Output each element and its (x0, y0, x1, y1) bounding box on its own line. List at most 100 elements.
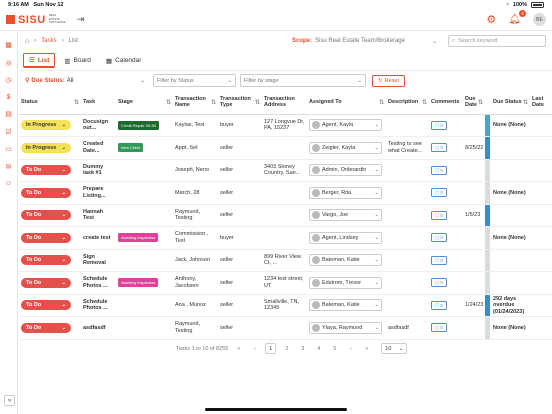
page-button[interactable]: 1 (265, 343, 277, 354)
table-row[interactable]: To Do ⌄ Prepare Listing... March, 28 seller B… (19, 181, 552, 205)
comments-button[interactable]: ▢ 0 (431, 323, 447, 333)
task-cell[interactable]: Created Date... (81, 136, 116, 160)
table-row[interactable]: To Do ⌄ create test Awaiting Inspection Comm… (19, 226, 552, 250)
page-button[interactable]: 5 (329, 343, 340, 354)
col-task[interactable]: Task (81, 90, 116, 115)
table-row[interactable]: In Progress ⌄ Created Date... New Client App… (19, 136, 552, 160)
col-due-date[interactable]: Due Date ⇅ (463, 90, 485, 115)
task-name[interactable]: Dummy task #1 (83, 164, 114, 177)
table-row[interactable]: To Do ⌄ Sign Removal Jack, Johnson seller 899… (19, 249, 552, 272)
page-button[interactable]: 3 (297, 343, 308, 354)
task-name[interactable]: Sign Removal (83, 254, 114, 267)
task-cell[interactable]: Dummy task #1 (81, 159, 116, 182)
col-stage[interactable]: Stage ⇅ (116, 90, 173, 115)
col-transaction-type[interactable]: Transaction Type ⇅ (218, 90, 262, 115)
task-name[interactable]: Docusign out... (83, 119, 114, 132)
status-pill[interactable]: To Do ⌄ (21, 322, 71, 333)
goals-icon[interactable]: ◎ (5, 59, 11, 67)
dashboard-icon[interactable]: ▦ (5, 41, 12, 49)
task-name[interactable]: Schedule Photos ... (83, 276, 114, 289)
table-row[interactable]: In Progress ⌄ Docusign out... Credit Repair… (19, 114, 552, 137)
status-pill[interactable]: In Progress ⌄ (21, 142, 71, 153)
table-row[interactable]: To Do ⌄ asdfasdf Raymund, Testing seller Ylay… (19, 316, 552, 340)
assignee-select[interactable]: Zeigler, Kayla ⌄ (309, 141, 382, 154)
folder-icon[interactable]: ▭ (5, 145, 12, 153)
expand-sidebar-icon[interactable]: » (4, 395, 15, 406)
last-page-icon[interactable]: » (361, 343, 372, 354)
task-name[interactable]: Prepare Listing... (83, 186, 114, 199)
col-comments[interactable]: Comments (429, 90, 463, 115)
home-icon[interactable]: ⌂ (25, 38, 29, 45)
inbox-icon[interactable]: ✉ (6, 163, 12, 171)
avatar[interactable]: BE (533, 13, 546, 26)
comments-button[interactable]: ▢ 0 (431, 255, 447, 265)
breadcrumb-tasks[interactable]: Tasks (41, 38, 56, 44)
task-cell[interactable]: Hannah Test (81, 204, 116, 227)
col-due-status[interactable]: Due Status ⇅ (491, 90, 530, 115)
table-row[interactable]: To Do ⌄ Dummy task #1 Joseph, Neno seller 340… (19, 159, 552, 182)
bell-icon[interactable]: 🔔︎ 4 (508, 10, 526, 25)
task-name[interactable]: Created Date... (83, 141, 114, 154)
status-pill[interactable]: To Do ⌄ (21, 165, 71, 176)
col-status[interactable]: Status ⇅ (19, 90, 81, 115)
assignee-select[interactable]: Admin, Onboardin ⌄ (309, 164, 382, 177)
comments-button[interactable]: ▢ 0 (431, 188, 447, 198)
check-icon[interactable]: ☑ (5, 128, 11, 136)
prev-page-icon[interactable]: ‹ (249, 343, 260, 354)
task-cell[interactable]: Prepare Listing... (81, 181, 116, 205)
task-name[interactable]: Schedule Photos ... (83, 299, 114, 312)
assignee-select[interactable]: Bateman, Katie ⌄ (309, 254, 382, 267)
comments-button[interactable]: ▢ 0 (431, 165, 447, 175)
status-pill[interactable]: To Do ⌄ (21, 255, 71, 266)
dollar-icon[interactable]: $ (7, 94, 11, 101)
tab-calendar[interactable]: ▦ Calendar (100, 53, 148, 68)
status-pill[interactable]: To Do ⌄ (21, 300, 71, 311)
status-pill[interactable]: To Do ⌄ (21, 187, 71, 198)
due-status-filter[interactable]: ⚲ Due Status: All ⌄ (25, 77, 153, 85)
assignee-select[interactable]: Berger, Rita ⌄ (309, 186, 382, 199)
per-page-select[interactable]: 10 ⌄ (381, 343, 408, 354)
task-name[interactable]: Hannah Test (83, 209, 114, 222)
status-pill[interactable]: To Do ⌄ (21, 232, 71, 243)
stage-filter-select[interactable]: Filter by stage ⌄ (240, 74, 366, 87)
comments-button[interactable]: ▢ 0 (431, 143, 447, 153)
task-cell[interactable]: create test (81, 226, 116, 250)
task-cell[interactable]: Schedule Photos ... (81, 271, 116, 295)
exit-icon[interactable]: ⇥ (77, 14, 85, 25)
col-transaction-address[interactable]: Transaction Address (262, 90, 307, 115)
status-filter-select[interactable]: Filter by Status ⌄ (153, 74, 236, 87)
status-pill[interactable]: To Do ⌄ (21, 210, 71, 221)
task-name[interactable]: create test (83, 235, 114, 242)
task-cell[interactable]: Schedule Photos ... (81, 294, 116, 317)
comments-button[interactable]: ▢ 0 (431, 300, 447, 310)
comments-button[interactable]: ▢ 0 (431, 210, 447, 220)
status-pill[interactable]: In Progress ⌄ (21, 120, 71, 131)
first-page-icon[interactable]: « (233, 343, 244, 354)
comments-button[interactable]: ▢ 0 (431, 233, 447, 243)
table-row[interactable]: To Do ⌄ Schedule Photos ... Ana , Munoz sell… (19, 294, 552, 317)
user-icon[interactable]: ☺ (5, 180, 12, 187)
task-cell[interactable]: asdfasdf (81, 316, 116, 340)
col-transaction-name[interactable]: Transaction Name ⇅ (173, 90, 218, 115)
table-row[interactable]: To Do ⌄ Hannah Test Raymund, Testing seller V… (19, 204, 552, 227)
page-button[interactable]: 4 (313, 343, 324, 354)
reset-button[interactable]: ↻ Reset (372, 74, 405, 87)
col-assigned-to[interactable]: Assigned To ⇅ (307, 90, 386, 115)
tab-list[interactable]: ☰ List (23, 53, 56, 68)
comments-button[interactable]: ▢ 0 (431, 278, 447, 288)
assignee-select[interactable]: Vargo, Joe ⌄ (309, 209, 382, 222)
col-last-date[interactable]: Last Date (530, 90, 552, 115)
scope-selector[interactable]: Scope: Sisu Real Estate Team/Brokerage ⌄ (292, 38, 437, 45)
assignee-select[interactable]: Ylaya, Raymund ⌄ (309, 321, 382, 334)
task-name[interactable]: asdfasdf (83, 325, 114, 332)
assignee-select[interactable]: Edstrom, Trevor ⌄ (309, 276, 382, 289)
assignee-select[interactable]: Agent, Kayla ⌄ (309, 119, 382, 132)
status-pill[interactable]: To Do ⌄ (21, 277, 71, 288)
table-row[interactable]: To Do ⌄ Schedule Photos ... Awaiting Inspec… (19, 271, 552, 295)
assignee-select[interactable]: Bateman, Katie ⌄ (309, 299, 382, 312)
col-description[interactable]: Description ⇅ (386, 90, 429, 115)
clock-icon[interactable]: ◷ (5, 76, 11, 84)
next-page-icon[interactable]: › (345, 343, 356, 354)
task-cell[interactable]: Sign Removal (81, 249, 116, 272)
comments-button[interactable]: ▢ 0 (431, 120, 447, 130)
